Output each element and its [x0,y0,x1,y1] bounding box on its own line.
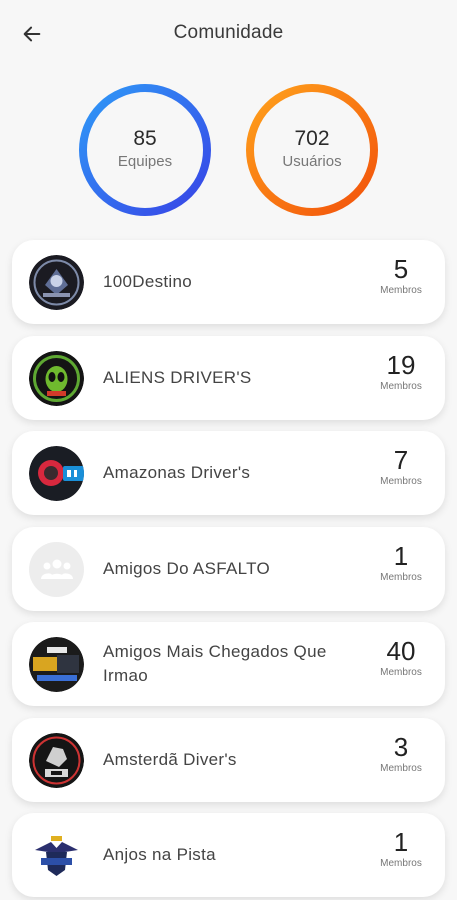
team-name: ALIENS DRIVER'S [103,367,252,387]
member-count-box: 5 Membros [371,254,431,298]
group-placeholder-icon [29,541,84,597]
team-logo-amazonas [29,446,84,501]
team-card-100destino[interactable]: 100Destino 5 Membros [12,240,445,324]
team-logo-amsterda [29,732,84,788]
app-header: Comunidade [0,0,457,66]
member-count-box: 19 Membros [371,350,431,394]
member-count-label: Membros [380,667,422,678]
team-card-amigos-do-asfalto[interactable]: Amigos Do ASFALTO 1 Membros [12,526,445,611]
member-count-label: Membros [380,571,422,583]
member-count: 7 [393,445,409,475]
team-name: Amsterdã Diver's [103,749,237,769]
team-card-amazonas[interactable]: Amazonas Driver's 7 Membros [12,431,445,515]
team-name: 100Destino [103,272,193,291]
member-count-box: 1 Membros [371,827,431,871]
member-count: 5 [393,254,409,284]
team-logo-aliens [29,350,84,406]
team-logo-amigos-mais [29,637,84,692]
member-count: 19 [386,349,416,380]
member-count-label: Membros [380,762,422,774]
users-count: 702 [294,127,330,150]
member-count-box: 3 Membros [371,732,431,776]
member-count-box: 7 Membros [371,445,431,489]
team-logo-100destino [29,255,84,310]
users-stat: 702 Usuários [244,82,380,218]
stats-summary: 85 Equipes 702 Usuários [0,82,457,222]
team-card-amigos-mais-chegados[interactable]: Amigos Mais Chegados Que Irmao 40 Membro… [12,622,445,706]
team-name: Amigos Mais Chegados Que Irmao [103,642,327,685]
teams-count: 85 [133,127,157,150]
team-name: Amigos Do ASFALTO [103,558,270,578]
team-card-aliens[interactable]: ALIENS DRIVER'S 19 Membros [12,335,445,420]
team-name: Amazonas Driver's [103,463,251,482]
users-label: Usuários [282,153,342,170]
member-count: 1 [393,540,409,571]
team-name: Anjos na Pista [103,845,216,864]
member-count: 1 [393,827,409,857]
team-logo-anjos [29,828,84,883]
member-count-box: 1 Membros [371,541,431,585]
member-count-label: Membros [380,858,422,869]
member-count-label: Membros [380,476,422,487]
member-count-box: 40 Membros [371,636,431,680]
page-title: Comunidade [173,22,284,43]
member-count: 40 [386,636,416,666]
team-card-anjos-na-pista[interactable]: Anjos na Pista 1 Membros [12,813,445,897]
teams-label: Equipes [117,153,173,170]
member-count: 3 [393,731,409,762]
team-card-amsterda[interactable]: Amsterdã Diver's 3 Membros [12,717,445,802]
teams-stat: 85 Equipes [77,82,213,218]
team-list: 100Destino 5 Membros ALIENS DRIVER'S 19 … [12,240,445,900]
member-count-label: Membros [380,285,422,296]
member-count-label: Membros [380,380,422,392]
